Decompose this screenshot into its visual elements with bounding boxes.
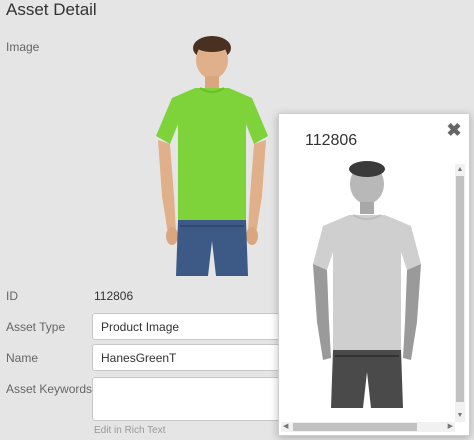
vertical-scroll-thumb[interactable] xyxy=(456,176,464,402)
close-icon[interactable]: ✖ xyxy=(445,121,463,139)
vertical-scrollbar[interactable]: ▲ ▼ xyxy=(455,164,465,422)
product-image xyxy=(156,36,268,276)
horizontal-scroll-thumb[interactable] xyxy=(293,423,417,431)
id-value: 112806 xyxy=(94,289,134,303)
image-preview-popup: 112806 ✖ ▲ ▼ ◀ ▶ xyxy=(278,113,470,436)
edit-rich-text-link[interactable]: Edit in Rich Text xyxy=(94,425,166,436)
image-label: Image xyxy=(6,40,40,54)
scroll-up-icon[interactable]: ▲ xyxy=(456,166,464,174)
scroll-right-icon[interactable]: ▶ xyxy=(448,423,453,431)
asset-keywords-field[interactable] xyxy=(92,377,292,421)
page-title: Asset Detail xyxy=(6,0,97,19)
asset-keywords-label: Asset Keywords xyxy=(6,382,93,396)
asset-type-label: Asset Type xyxy=(6,320,66,334)
asset-type-field[interactable]: Product Image xyxy=(92,313,292,340)
horizontal-scrollbar[interactable]: ◀ ▶ xyxy=(281,422,455,432)
preview-image xyxy=(303,160,423,408)
popup-title: 112806 xyxy=(305,132,358,149)
scroll-left-icon[interactable]: ◀ xyxy=(283,423,288,431)
name-field[interactable]: HanesGreenT xyxy=(92,344,292,371)
scroll-down-icon[interactable]: ▼ xyxy=(456,412,464,420)
name-label: Name xyxy=(6,351,39,365)
id-label: ID xyxy=(6,289,18,303)
